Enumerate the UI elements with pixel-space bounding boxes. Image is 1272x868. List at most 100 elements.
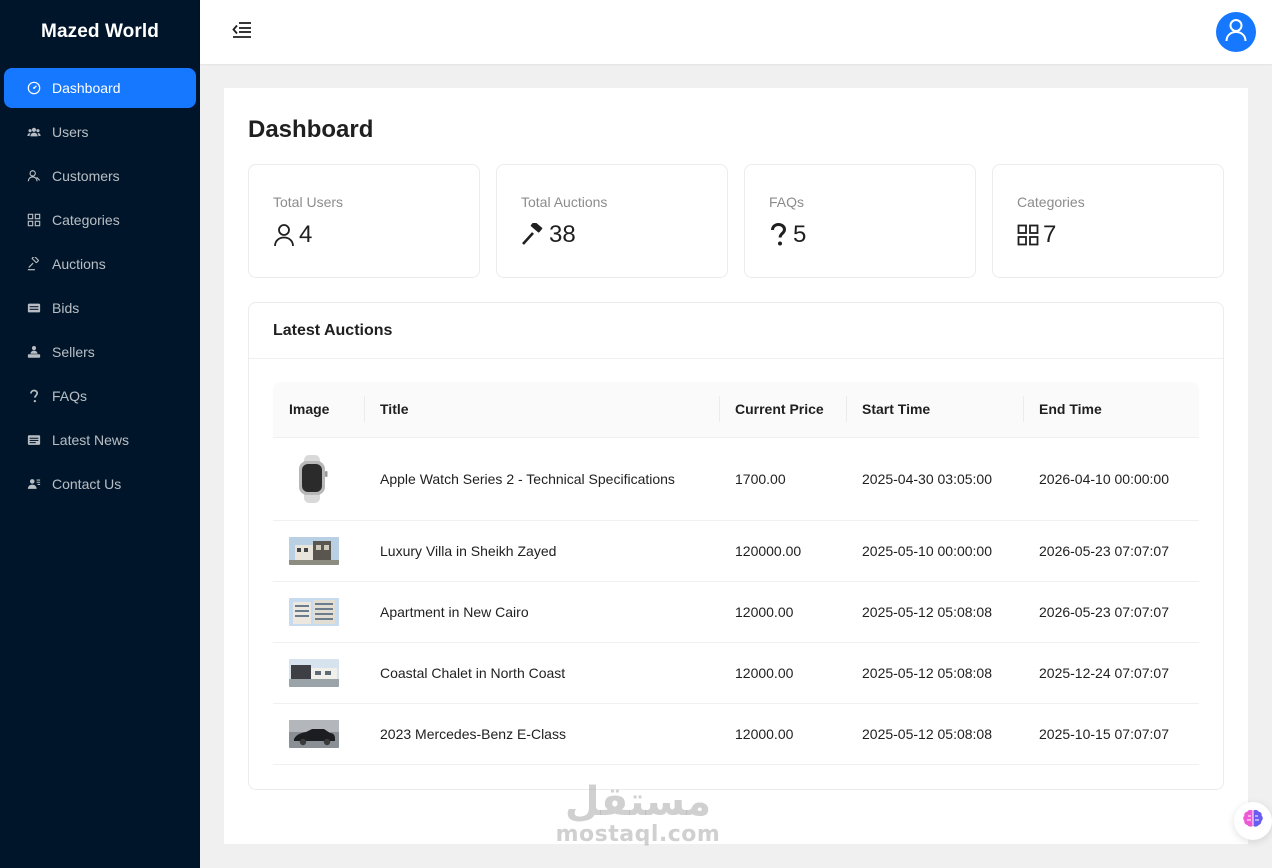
sidebar-item-label: Categories [52, 212, 120, 228]
sidebar-item-label: Bids [52, 300, 80, 316]
start-time-cell: 2025-05-12 05:08:08 [846, 642, 1023, 704]
end-time-cell: 2025-10-15 07:07:07 [1023, 703, 1199, 765]
table-row[interactable]: Coastal Chalet in North Coast 12000.00 2… [273, 642, 1199, 704]
sidebar-item-sellers[interactable]: Sellers [4, 332, 196, 372]
end-time-cell: 2025-12-24 07:07:07 [1023, 642, 1199, 704]
dashboard-icon [26, 80, 42, 96]
table-row[interactable]: Luxury Villa in Sheikh Zayed 120000.00 2… [273, 520, 1199, 582]
villa-image [289, 536, 339, 565]
latest-auctions-title: Latest Auctions [249, 303, 1223, 359]
avatar[interactable] [1216, 12, 1256, 52]
image-cell [273, 581, 364, 643]
end-time-cell: 2026-04-10 00:00:00 [1023, 437, 1199, 521]
image-cell [273, 437, 364, 521]
sidebar-item-dashboard[interactable]: Dashboard [4, 68, 196, 108]
categories-icon [26, 212, 42, 228]
sidebar-item-categories[interactable]: Categories [4, 200, 196, 240]
news-icon [26, 432, 42, 448]
sidebar-item-users[interactable]: Users [4, 112, 196, 152]
stat-number: 5 [793, 221, 807, 248]
title-cell: Apartment in New Cairo [364, 581, 719, 643]
user-icon [1225, 18, 1247, 47]
image-cell [273, 703, 364, 765]
top-header [200, 0, 1272, 64]
stat-card-total-auctions: Total Auctions 38 [496, 164, 728, 278]
menu-fold-icon [232, 21, 252, 44]
price-cell: 120000.00 [719, 520, 846, 582]
table-header-row: Image Title Current Price Start Time End… [273, 382, 1199, 438]
start-time-cell: 2025-05-12 05:08:08 [846, 581, 1023, 643]
table-row[interactable]: 2023 Mercedes-Benz E-Class 12000.00 2025… [273, 703, 1199, 765]
assistant-button[interactable] [1234, 802, 1272, 840]
title-cell: Coastal Chalet in North Coast [364, 642, 719, 704]
page-title: Dashboard [248, 116, 374, 143]
table-row[interactable]: Apartment in New Cairo 12000.00 2025-05-… [273, 581, 1199, 643]
apartment-image [289, 597, 339, 626]
column-header-title: Title [364, 382, 719, 438]
chalet-image [289, 658, 339, 687]
price-cell: 12000.00 [719, 581, 846, 643]
image-cell [273, 520, 364, 582]
customer-icon [26, 168, 42, 184]
sidebar-item-label: Customers [52, 168, 120, 184]
question-icon [26, 388, 42, 404]
stat-value: 38 [521, 221, 576, 249]
sidebar: Mazed World Dashboard Users Customers Ca… [0, 0, 200, 868]
stat-label: Categories [1017, 194, 1085, 210]
stat-card-total-users: Total Users 4 [248, 164, 480, 278]
stat-value: 7 [1017, 221, 1056, 249]
sidebar-item-label: Users [52, 124, 89, 140]
sidebar-item-label: Auctions [52, 256, 106, 272]
stat-value: 5 [769, 221, 806, 249]
sellers-icon [26, 344, 42, 360]
apple-watch-image [289, 454, 339, 503]
stat-label: Total Auctions [521, 194, 608, 210]
column-header-start-time: Start Time [846, 382, 1023, 438]
stat-card-categories: Categories 7 [992, 164, 1224, 278]
price-cell: 12000.00 [719, 642, 846, 704]
sidebar-item-customers[interactable]: Customers [4, 156, 196, 196]
sidebar-menu: Dashboard Users Customers Categories Auc… [0, 64, 200, 504]
bids-icon [26, 300, 42, 316]
image-cell [273, 642, 364, 704]
user-icon [273, 223, 295, 247]
stat-label: Total Users [273, 194, 344, 210]
stat-label: FAQs [769, 194, 805, 210]
start-time-cell: 2025-05-12 05:08:08 [846, 703, 1023, 765]
title-cell: Luxury Villa in Sheikh Zayed [364, 520, 719, 582]
end-time-cell: 2026-05-23 07:07:07 [1023, 581, 1199, 643]
sidebar-item-label: FAQs [52, 388, 88, 404]
question-icon [769, 223, 789, 247]
stat-value: 4 [273, 221, 312, 249]
contact-icon [26, 476, 42, 492]
start-time-cell: 2025-04-30 03:05:00 [846, 437, 1023, 521]
sidebar-item-latest-news[interactable]: Latest News [4, 420, 196, 460]
main-content: Dashboard Total Users 4 Total Auctions 3… [224, 88, 1248, 844]
end-time-cell: 2026-05-23 07:07:07 [1023, 520, 1199, 582]
price-cell: 1700.00 [719, 437, 846, 521]
column-header-end-time: End Time [1023, 382, 1199, 438]
stat-card-faqs: FAQs 5 [744, 164, 976, 278]
gavel-icon [26, 256, 42, 272]
start-time-cell: 2025-05-10 00:00:00 [846, 520, 1023, 582]
brand-logo[interactable]: Mazed World [0, 0, 200, 64]
title-cell: 2023 Mercedes-Benz E-Class [364, 703, 719, 765]
sidebar-item-label: Sellers [52, 344, 95, 360]
stat-number: 4 [299, 221, 313, 248]
sidebar-item-bids[interactable]: Bids [4, 288, 196, 328]
sidebar-item-faqs[interactable]: FAQs [4, 376, 196, 416]
latest-auctions-card: Latest Auctions Image Title Current Pric… [248, 302, 1224, 790]
sidebar-item-label: Latest News [52, 432, 130, 448]
gavel-icon [521, 223, 545, 247]
sidebar-item-label: Dashboard [52, 80, 121, 96]
categories-icon [1017, 224, 1039, 246]
menu-fold-button[interactable] [228, 18, 256, 46]
table-row[interactable]: Apple Watch Series 2 - Technical Specifi… [273, 437, 1199, 521]
sidebar-item-auctions[interactable]: Auctions [4, 244, 196, 284]
car-image [289, 719, 339, 748]
stat-number: 38 [549, 221, 576, 248]
price-cell: 12000.00 [719, 703, 846, 765]
sidebar-item-contact-us[interactable]: Contact Us [4, 464, 196, 504]
sidebar-item-label: Contact Us [52, 476, 122, 492]
title-cell: Apple Watch Series 2 - Technical Specifi… [364, 437, 719, 521]
